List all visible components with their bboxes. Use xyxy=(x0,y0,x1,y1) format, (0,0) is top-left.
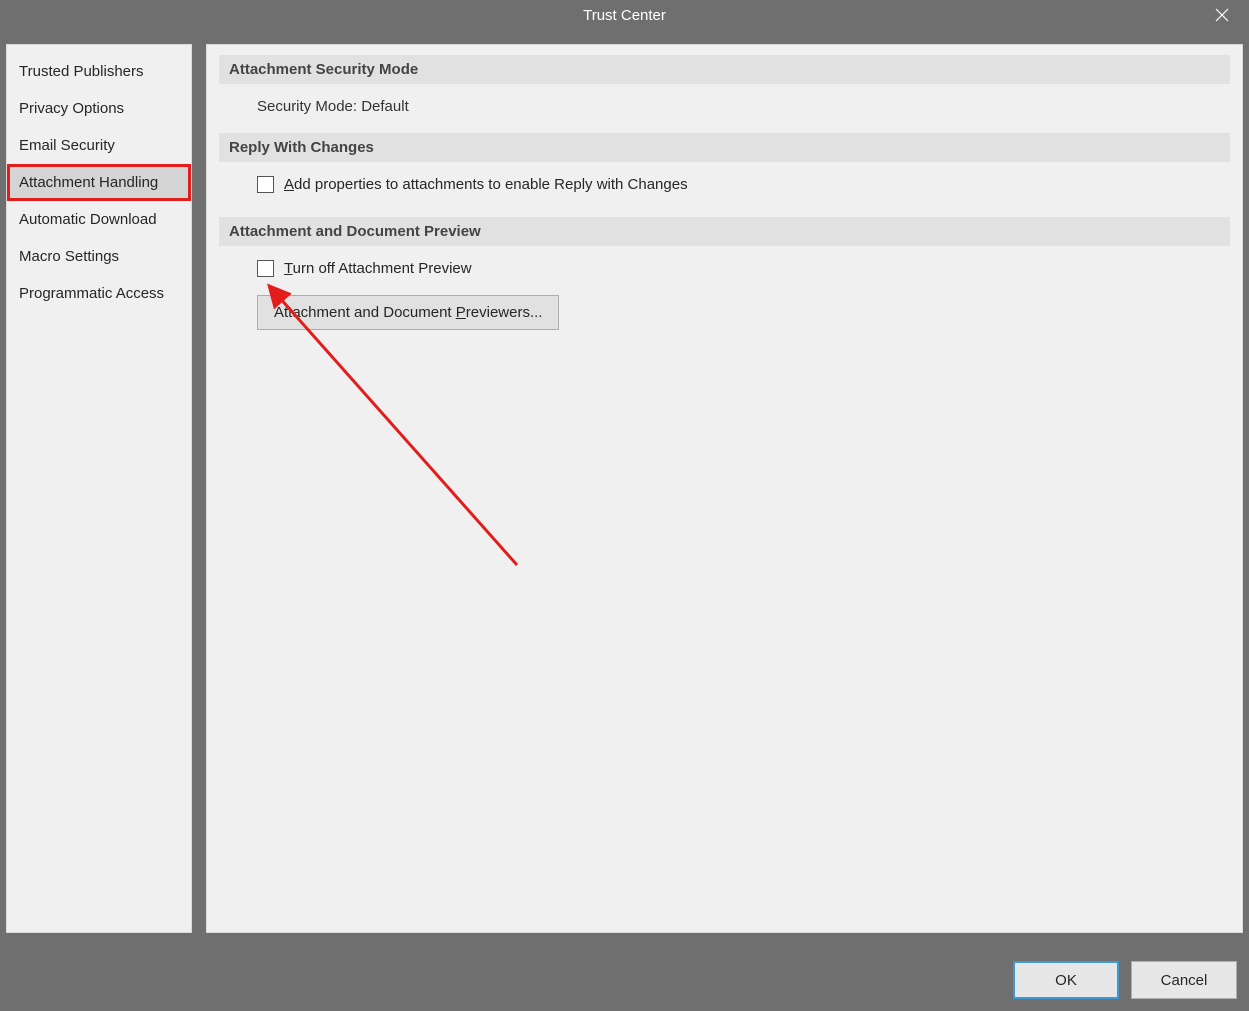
sidebar-item-label: Attachment Handling xyxy=(19,174,158,191)
sidebar-item-programmatic-access[interactable]: Programmatic Access xyxy=(7,275,191,312)
turn-off-preview-checkbox-row: Turn off Attachment Preview xyxy=(257,260,1220,277)
reply-changes-checkbox[interactable] xyxy=(257,176,274,193)
sidebar-item-label: Email Security xyxy=(19,137,115,154)
titlebar: Trust Center xyxy=(0,0,1249,30)
sidebar-item-label: Trusted Publishers xyxy=(19,63,144,80)
sidebar-item-label: Automatic Download xyxy=(19,211,157,228)
dialog-body: Trusted Publishers Privacy Options Email… xyxy=(0,30,1249,1011)
window-title: Trust Center xyxy=(583,7,666,24)
sidebar-item-email-security[interactable]: Email Security xyxy=(7,127,191,164)
sidebar-item-attachment-handling[interactable]: Attachment Handling xyxy=(7,164,191,201)
reply-changes-checkbox-row: Add properties to attachments to enable … xyxy=(257,176,1220,193)
section-header-attachment-security: Attachment Security Mode xyxy=(219,55,1230,84)
security-mode-text: Security Mode: Default xyxy=(257,98,409,115)
cancel-button-label: Cancel xyxy=(1161,972,1208,989)
sidebar: Trusted Publishers Privacy Options Email… xyxy=(6,44,192,933)
cancel-button[interactable]: Cancel xyxy=(1131,961,1237,999)
sidebar-item-label: Macro Settings xyxy=(19,248,119,265)
turn-off-preview-checkbox[interactable] xyxy=(257,260,274,277)
ok-button[interactable]: OK xyxy=(1013,961,1119,999)
close-icon xyxy=(1214,7,1230,23)
turn-off-preview-label: Turn off Attachment Preview xyxy=(284,260,472,277)
reply-changes-label: Add properties to attachments to enable … xyxy=(284,176,688,193)
close-button[interactable] xyxy=(1209,2,1235,28)
main-panel: Attachment Security Mode Security Mode: … xyxy=(206,44,1243,933)
sidebar-item-macro-settings[interactable]: Macro Settings xyxy=(7,238,191,275)
section-body-reply-changes: Add properties to attachments to enable … xyxy=(219,162,1230,217)
section-body-attachment-security: Security Mode: Default xyxy=(219,84,1230,133)
sidebar-item-label: Programmatic Access xyxy=(19,285,164,302)
section-body-preview: Turn off Attachment Preview Attachment a… xyxy=(219,246,1230,348)
sidebar-item-automatic-download[interactable]: Automatic Download xyxy=(7,201,191,238)
previewers-button[interactable]: Attachment and Document Previewers... xyxy=(257,295,559,330)
section-header-reply-changes: Reply With Changes xyxy=(219,133,1230,162)
sidebar-item-trusted-publishers[interactable]: Trusted Publishers xyxy=(7,53,191,90)
section-header-preview: Attachment and Document Preview xyxy=(219,217,1230,246)
content-row: Trusted Publishers Privacy Options Email… xyxy=(6,44,1243,933)
dialog-footer: OK Cancel xyxy=(1013,961,1237,999)
sidebar-item-privacy-options[interactable]: Privacy Options xyxy=(7,90,191,127)
sidebar-item-label: Privacy Options xyxy=(19,100,124,117)
ok-button-label: OK xyxy=(1055,972,1077,989)
